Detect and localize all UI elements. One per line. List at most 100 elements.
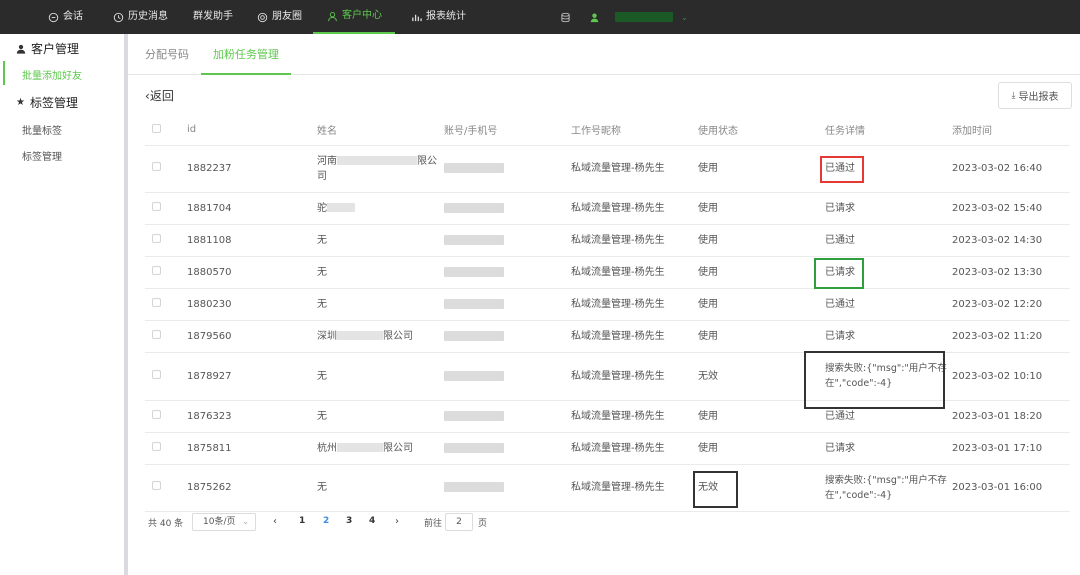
nav-item-history[interactable]: 历史消息 <box>113 0 168 34</box>
sidebar-group-label: 客户管理 <box>31 42 80 56</box>
page-number[interactable]: 3 <box>346 516 352 526</box>
account-redacted <box>444 234 504 245</box>
cell-name: 深圳 限公司 <box>317 320 444 353</box>
back-label: 返回 <box>149 89 174 103</box>
row-checkbox[interactable] <box>152 233 161 243</box>
chevron-down-icon[interactable]: ⌄ <box>681 13 688 22</box>
nav-item-label: 朋友圈 <box>272 11 302 22</box>
row-checkbox[interactable] <box>152 201 161 211</box>
table-row[interactable]: 1880570 无 私域流量管理-杨先生 使用 已请求 2023-03-02 1… <box>145 256 1070 289</box>
cell-detail: 已请求 <box>814 256 952 289</box>
table-row[interactable]: 1878927 无 私域流量管理-杨先生 无效 搜索失败:{"msg":"用户不… <box>145 350 1070 409</box>
row-checkbox[interactable] <box>152 297 161 307</box>
page-suffix: 页 <box>478 519 488 529</box>
goto-page-input[interactable]: 2 <box>445 513 473 531</box>
sidebar-item-tag-management[interactable]: 标签管理 <box>22 148 62 163</box>
row-checkbox[interactable] <box>152 409 161 419</box>
account-redacted <box>444 163 504 173</box>
table-row[interactable]: 1881108 无 私域流量管理-杨先生 使用 已通过 2023-03-02 1… <box>145 224 1070 257</box>
dark-highlight-box <box>693 470 738 508</box>
table-row[interactable]: 1875811 杭州 限公司 私域流量管理-杨先生 使用 已请求 2023-03-… <box>145 432 1070 465</box>
cell-name: 驼 <box>317 192 444 225</box>
account-redacted <box>444 298 504 309</box>
sidebar: 客户管理 批量添加好友 ★ 标签管理 批量标签 标签管理 <box>0 34 124 575</box>
cell-time: 2023-03-01 17:10 <box>952 432 1070 465</box>
page-size-select[interactable]: 10条/页 ⌄ <box>192 513 256 531</box>
sidebar-scrollbar[interactable] <box>124 34 128 575</box>
cell-account <box>444 352 571 401</box>
page-number[interactable]: 4 <box>369 516 375 526</box>
cell-worker: 私域流量管理-杨先生 <box>571 352 698 401</box>
cell-worker: 私域流量管理-杨先生 <box>571 224 698 257</box>
row-checkbox[interactable] <box>152 265 161 275</box>
green-highlight-box <box>814 257 864 289</box>
cell-status: 使用 <box>698 145 825 193</box>
sidebar-group-customer[interactable]: 客户管理 <box>16 40 79 57</box>
cell-time: 2023-03-01 16:00 <box>952 464 1070 512</box>
pagination-total: 共 40 条 <box>148 519 184 529</box>
next-page-icon[interactable]: › <box>395 516 399 527</box>
row-checkbox[interactable] <box>152 329 161 339</box>
nav-item-reports[interactable]: 报表统计 <box>411 0 466 34</box>
cell-worker: 私域流量管理-杨先生 <box>571 288 698 321</box>
cell-account <box>444 432 571 465</box>
cell-name: 无 <box>317 224 444 257</box>
red-highlight-box <box>820 155 864 183</box>
page-number[interactable]: 1 <box>299 516 305 526</box>
row-checkbox[interactable] <box>152 369 161 379</box>
name-redacted <box>327 203 355 212</box>
column-header-name: 姓名 <box>317 115 444 146</box>
cell-name: 杭州 限公司 <box>317 432 444 465</box>
sidebar-item-batch-add-friends[interactable]: 批量添加好友 <box>22 67 82 82</box>
sidebar-group-label: 标签管理 <box>29 96 78 110</box>
nav-item-label: 历史消息 <box>128 11 168 22</box>
cell-id: 1880230 <box>187 288 317 321</box>
user-area[interactable]: ⌄ <box>560 0 688 34</box>
cell-account <box>444 400 571 433</box>
column-header-worker: 工作号昵称 <box>571 115 698 146</box>
bar-chart-icon <box>411 12 422 23</box>
name-prefix: 河南 <box>317 155 337 167</box>
cell-detail: 已请求 <box>825 320 952 353</box>
nav-item-broadcast[interactable]: 群发助手 <box>193 0 233 34</box>
sidebar-item-batch-tags[interactable]: 批量标签 <box>22 122 62 137</box>
cell-detail: 搜索失败:{"msg":"用户不存在","code":-4} <box>825 464 952 512</box>
nav-item-customer-center[interactable]: 客户中心 <box>313 0 395 34</box>
cell-id: 1882237 <box>187 145 317 193</box>
cell-id: 1881704 <box>187 192 317 225</box>
nav-item-label: 群发助手 <box>193 11 233 22</box>
cell-detail: 已请求 <box>825 432 952 465</box>
cell-account <box>444 145 571 193</box>
table-row[interactable]: 1875262 无 私域流量管理-杨先生 无效 搜索失败:{"msg":"用户不… <box>145 464 1070 512</box>
cell-account <box>444 192 571 225</box>
prev-page-icon[interactable]: ‹ <box>273 516 277 527</box>
table-row[interactable]: 1880230 无 私域流量管理-杨先生 使用 已通过 2023-03-02 1… <box>145 288 1070 321</box>
download-icon: ⤓ <box>1011 90 1016 101</box>
account-redacted <box>444 266 504 277</box>
sidebar-group-tags[interactable]: ★ 标签管理 <box>16 94 78 111</box>
cell-detail: 搜索失败:{"msg":"用户不存在","code":-4} <box>804 350 952 409</box>
row-checkbox[interactable] <box>152 162 161 171</box>
export-report-button[interactable]: ⤓ 导出报表 <box>998 82 1072 109</box>
nav-item-chat[interactable]: 会话 <box>48 0 83 34</box>
nav-item-moments[interactable]: 朋友圈 <box>257 0 302 34</box>
cell-name: 无 <box>317 400 444 433</box>
tab-assign-numbers[interactable]: 分配号码 <box>145 34 189 75</box>
row-checkbox[interactable] <box>152 481 161 490</box>
account-redacted <box>444 330 504 341</box>
back-button[interactable]: ‹返回 <box>145 87 174 104</box>
page-number-current[interactable]: 2 <box>323 516 329 526</box>
table-row[interactable]: 1881704 驼 私域流量管理-杨先生 使用 已请求 2023-03-02 1… <box>145 192 1070 225</box>
chevron-down-icon: ⌄ <box>242 517 249 526</box>
top-navbar: 会话 历史消息 群发助手 朋友圈 客户中心 报表统计 ⌄ <box>0 0 1080 34</box>
table-row[interactable]: 1879560 深圳 限公司 私域流量管理-杨先生 使用 已请求 2023-03-… <box>145 320 1070 353</box>
cell-name: 无 <box>317 288 444 321</box>
cell-id: 1875262 <box>187 464 317 512</box>
name-prefix: 杭州 <box>317 442 337 454</box>
select-all-checkbox[interactable] <box>152 123 161 133</box>
tab-follower-tasks[interactable]: 加粉任务管理 <box>201 34 291 75</box>
table-row[interactable]: 1882237 河南 限公司 私域流量管理-杨先生 使用 已通过 2023-03-… <box>145 145 1070 193</box>
tab-bar: 分配号码 加粉任务管理 <box>128 34 1080 75</box>
row-checkbox[interactable] <box>152 441 161 451</box>
name-suffix: 限公司 <box>383 442 413 454</box>
